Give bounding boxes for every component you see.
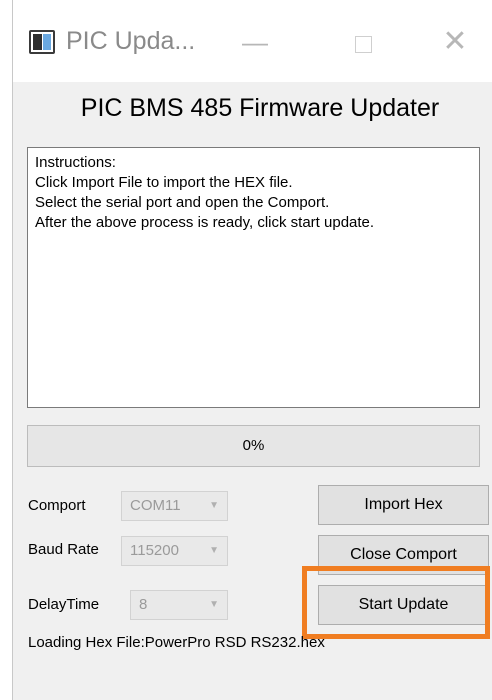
app-icon [29, 30, 55, 54]
delay-time-value: 8 [139, 596, 148, 613]
window-title: PIC Upda... [66, 27, 196, 55]
maximize-icon [354, 35, 372, 53]
maximize-button[interactable] [343, 24, 383, 60]
baud-rate-value: 115200 [130, 542, 179, 559]
close-button[interactable]: ✕ [435, 24, 475, 60]
instructions-line: Instructions: [35, 154, 116, 171]
comport-select[interactable]: COM11 ▼ [121, 491, 228, 521]
delay-time-label: DelayTime [28, 596, 100, 613]
instructions-line: Click Import File to import the HEX file… [35, 174, 293, 191]
progress-label: 0% [242, 437, 265, 454]
instructions-line: Select the serial port and open the Comp… [35, 194, 330, 211]
chevron-down-icon: ▼ [209, 545, 219, 556]
comport-value: COM11 [130, 497, 181, 514]
minimize-button[interactable]: — [235, 24, 275, 60]
progress-bar: 0% [27, 425, 480, 467]
comport-label: Comport [28, 497, 86, 514]
chevron-down-icon: ▼ [209, 599, 219, 610]
instructions-textbox[interactable]: Instructions: Click Import File to impor… [27, 147, 480, 408]
instructions-line: After the above process is ready, click … [35, 214, 375, 231]
baud-rate-select[interactable]: 115200 ▼ [121, 536, 228, 566]
import-hex-button[interactable]: Import Hex [318, 485, 489, 525]
highlight-annotation [302, 566, 490, 639]
status-text: Loading Hex File:PowerPro RSD RS232.hex [28, 634, 325, 651]
baud-rate-label: Baud Rate [28, 541, 99, 558]
chevron-down-icon: ▼ [209, 500, 219, 511]
delay-time-select[interactable]: 8 ▼ [130, 590, 228, 620]
page-title: PIC BMS 485 Firmware Updater [80, 94, 440, 122]
updater-window: PIC Upda... — ✕ PIC BMS 485 Firmware Upd… [12, 0, 492, 700]
title-bar[interactable]: PIC Upda... — ✕ [13, 0, 492, 82]
